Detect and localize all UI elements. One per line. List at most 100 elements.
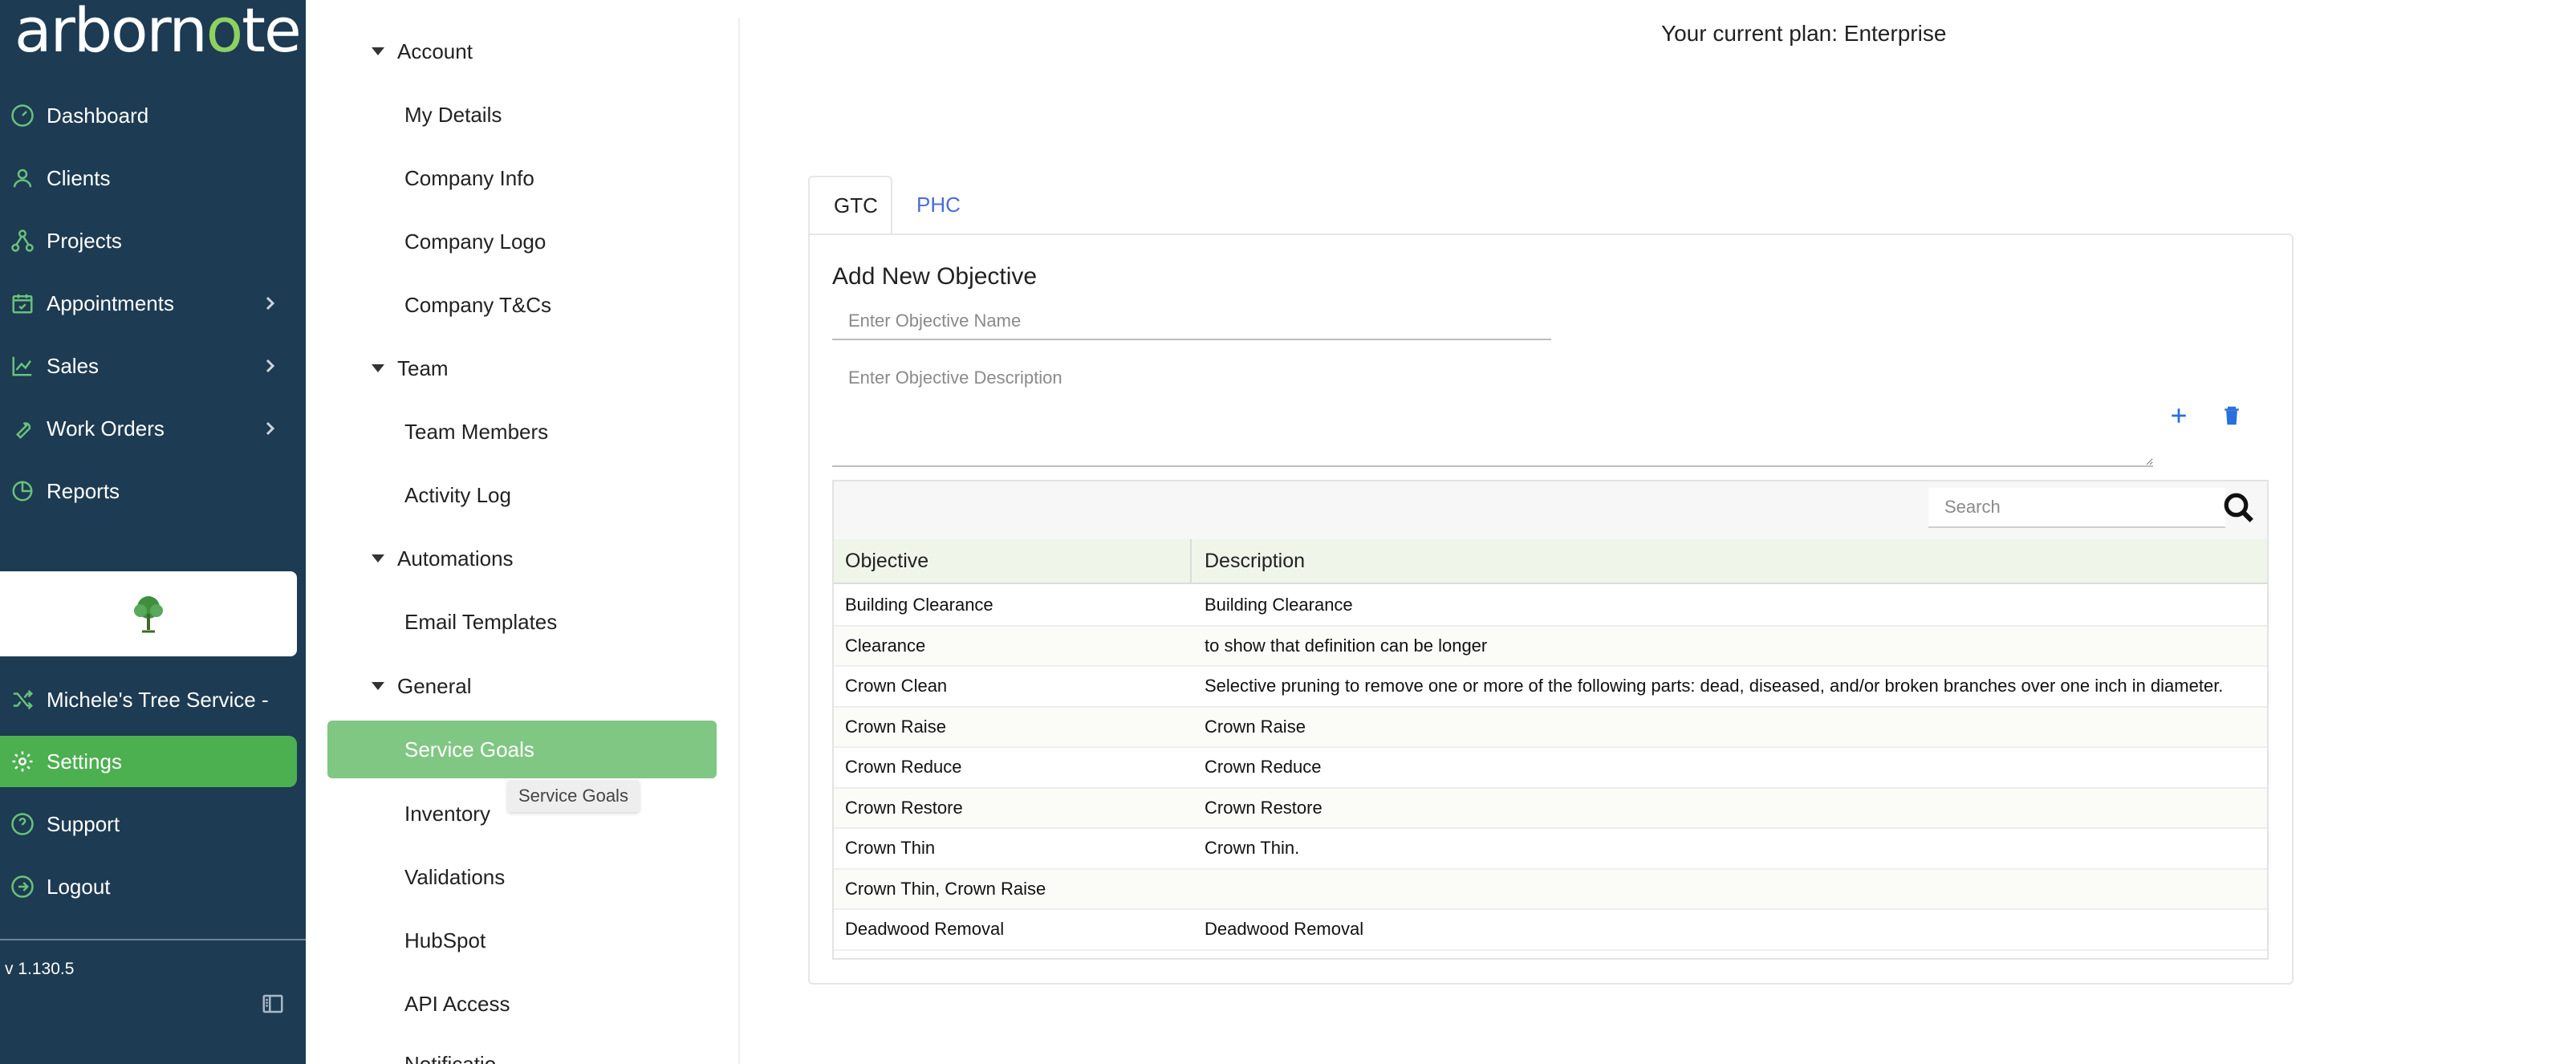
subnav-item-hubspot[interactable]: HubSpot [404,924,486,956]
cell-objective: Crown Thin, Crown Raise [845,878,1046,899]
cell-description: Crown Restore [1205,797,1323,818]
caret-down-icon [372,364,384,372]
calendar-check-icon [10,290,35,316]
subnav-group-automations[interactable]: Automations [372,542,514,575]
table-row[interactable]: Crown Reduce Crown Reduce [834,748,2267,789]
subnav-divider [738,18,740,1064]
app-version: v 1.130.5 [5,960,75,978]
sidebar-item-sales[interactable]: Sales [0,340,297,392]
table-body: Building Clearance Building Clearance Cle… [834,586,2267,951]
table-toolbar [834,481,2267,539]
cell-description: Crown Thin. [1205,838,1300,859]
column-header-description[interactable]: Description [1192,539,2267,583]
subnav-group-account[interactable]: Account [372,35,473,67]
subnav-item-notifications[interactable]: Notificatio [404,1048,496,1064]
sidebar-item-settings[interactable]: Settings [0,736,297,787]
cell-description: Crown Raise [1205,716,1306,737]
sidebar-item-work-orders[interactable]: Work Orders [0,403,297,454]
subnav-item-my-details[interactable]: My Details [404,99,502,131]
subnav-item-email-templates[interactable]: Email Templates [404,606,557,638]
user-icon [10,165,35,191]
subnav-group-team[interactable]: Team [372,352,449,384]
table-row[interactable]: Deadwood Removal Deadwood Removal [834,910,2267,951]
caret-down-icon [372,47,384,55]
subnav-item-service-goals[interactable]: Service Goals [327,721,717,778]
table-row[interactable]: Crown Clean Selective pruning to remove o… [834,667,2267,708]
table-search-input[interactable] [1928,488,2225,528]
subnav-item-api-access[interactable]: API Access [404,988,510,1020]
table-row[interactable]: Building Clearance Building Clearance [834,586,2267,627]
subnav-item-inventory[interactable]: Inventory [404,798,490,830]
search-icon[interactable] [2222,491,2256,525]
column-header-objective[interactable]: Objective [834,539,1192,583]
delete-objective-button[interactable] [2217,401,2246,430]
subnav-item-company-logo[interactable]: Company Logo [404,225,546,258]
table-header: Objective Description [834,539,2267,584]
subnav-group-general[interactable]: General [372,670,472,702]
main-sidebar: arbornote Dashboard Clients Projects App… [0,0,306,1064]
subnav-item-company-info[interactable]: Company Info [404,162,534,194]
cell-objective: Building Clearance [845,595,993,615]
cell-objective: Crown Reduce [845,757,962,778]
table-row[interactable]: Crown Restore Crown Restore [834,788,2267,829]
cell-description: Deadwood Removal [1205,919,1364,940]
arbornote-logo[interactable]: arbornote [14,0,302,61]
chevron-right-icon [260,419,279,438]
add-objective-button[interactable] [2164,401,2193,430]
table-row[interactable]: Crown Thin, Crown Raise [834,869,2267,910]
tab-gtc[interactable]: GTC [808,176,892,234]
tree-icon [134,596,163,633]
sidebar-item-logout[interactable]: Logout [0,861,297,912]
cell-description: Building Clearance [1205,595,1353,615]
cell-objective: Crown Raise [845,716,946,737]
settings-subnav [306,0,739,1064]
projects-nodes-icon [10,228,35,254]
trash-icon [2225,406,2239,425]
caret-down-icon [372,554,384,562]
subnav-item-company-tcs[interactable]: Company T&Cs [404,289,551,321]
subnav-item-activity-log[interactable]: Activity Log [404,479,511,511]
plus-icon [2172,408,2186,423]
cell-objective: Crown Clean [845,676,948,696]
chevron-right-icon [260,294,279,313]
cell-objective: Clearance [845,635,926,656]
table-row[interactable]: Crown Raise Crown Raise [834,707,2267,748]
current-plan-label: Your current plan: Enterprise [1661,21,1947,46]
add-objective-title: Add New Objective [832,263,1038,290]
pie-chart-icon [10,478,35,504]
cell-objective: Crown Thin [845,838,936,859]
objective-name-input[interactable] [832,303,1551,340]
chevron-right-icon [260,356,279,376]
help-circle-icon [10,811,35,837]
cell-description: Crown Reduce [1205,757,1322,778]
sidebar-collapse-icon[interactable] [260,992,286,1016]
wrench-icon [10,416,35,441]
caret-down-icon [372,682,384,690]
objective-description-input[interactable] [832,359,2153,467]
tab-phc[interactable]: PHC [892,176,985,234]
cell-description: to show that definition can be longer [1205,635,1488,656]
cell-objective: Crown Restore [845,797,963,818]
chart-line-icon [10,353,35,379]
table-row[interactable]: Clearance to show that definition can be … [834,626,2267,667]
objectives-table: Objective Description Building Clearance… [832,480,2269,960]
subnav-item-team-members[interactable]: Team Members [404,416,548,448]
cell-objective: Deadwood Removal [845,919,1005,940]
sidebar-divider [0,939,306,940]
table-row[interactable]: Crown Thin Crown Thin. [834,829,2267,870]
cell-description: Selective pruning to remove one or more … [1205,676,2224,696]
logout-icon [10,874,35,900]
sidebar-item-projects[interactable]: Projects [0,215,297,266]
dashboard-gauge-icon [10,103,35,128]
sidebar-item-clients[interactable]: Clients [0,152,297,204]
sidebar-item-support[interactable]: Support [0,798,297,850]
sidebar-item-dashboard[interactable]: Dashboard [0,90,297,141]
gear-icon [10,749,35,774]
cell-description [1192,870,2267,909]
service-goals-tooltip: Service Goals [507,780,640,812]
company-switcher[interactable]: Michele's Tree Service - [0,674,297,725]
subnav-item-validations[interactable]: Validations [404,861,505,893]
company-logo-image [0,571,297,656]
sidebar-item-appointments[interactable]: Appointments [0,278,297,329]
sidebar-item-reports[interactable]: Reports [0,465,297,517]
